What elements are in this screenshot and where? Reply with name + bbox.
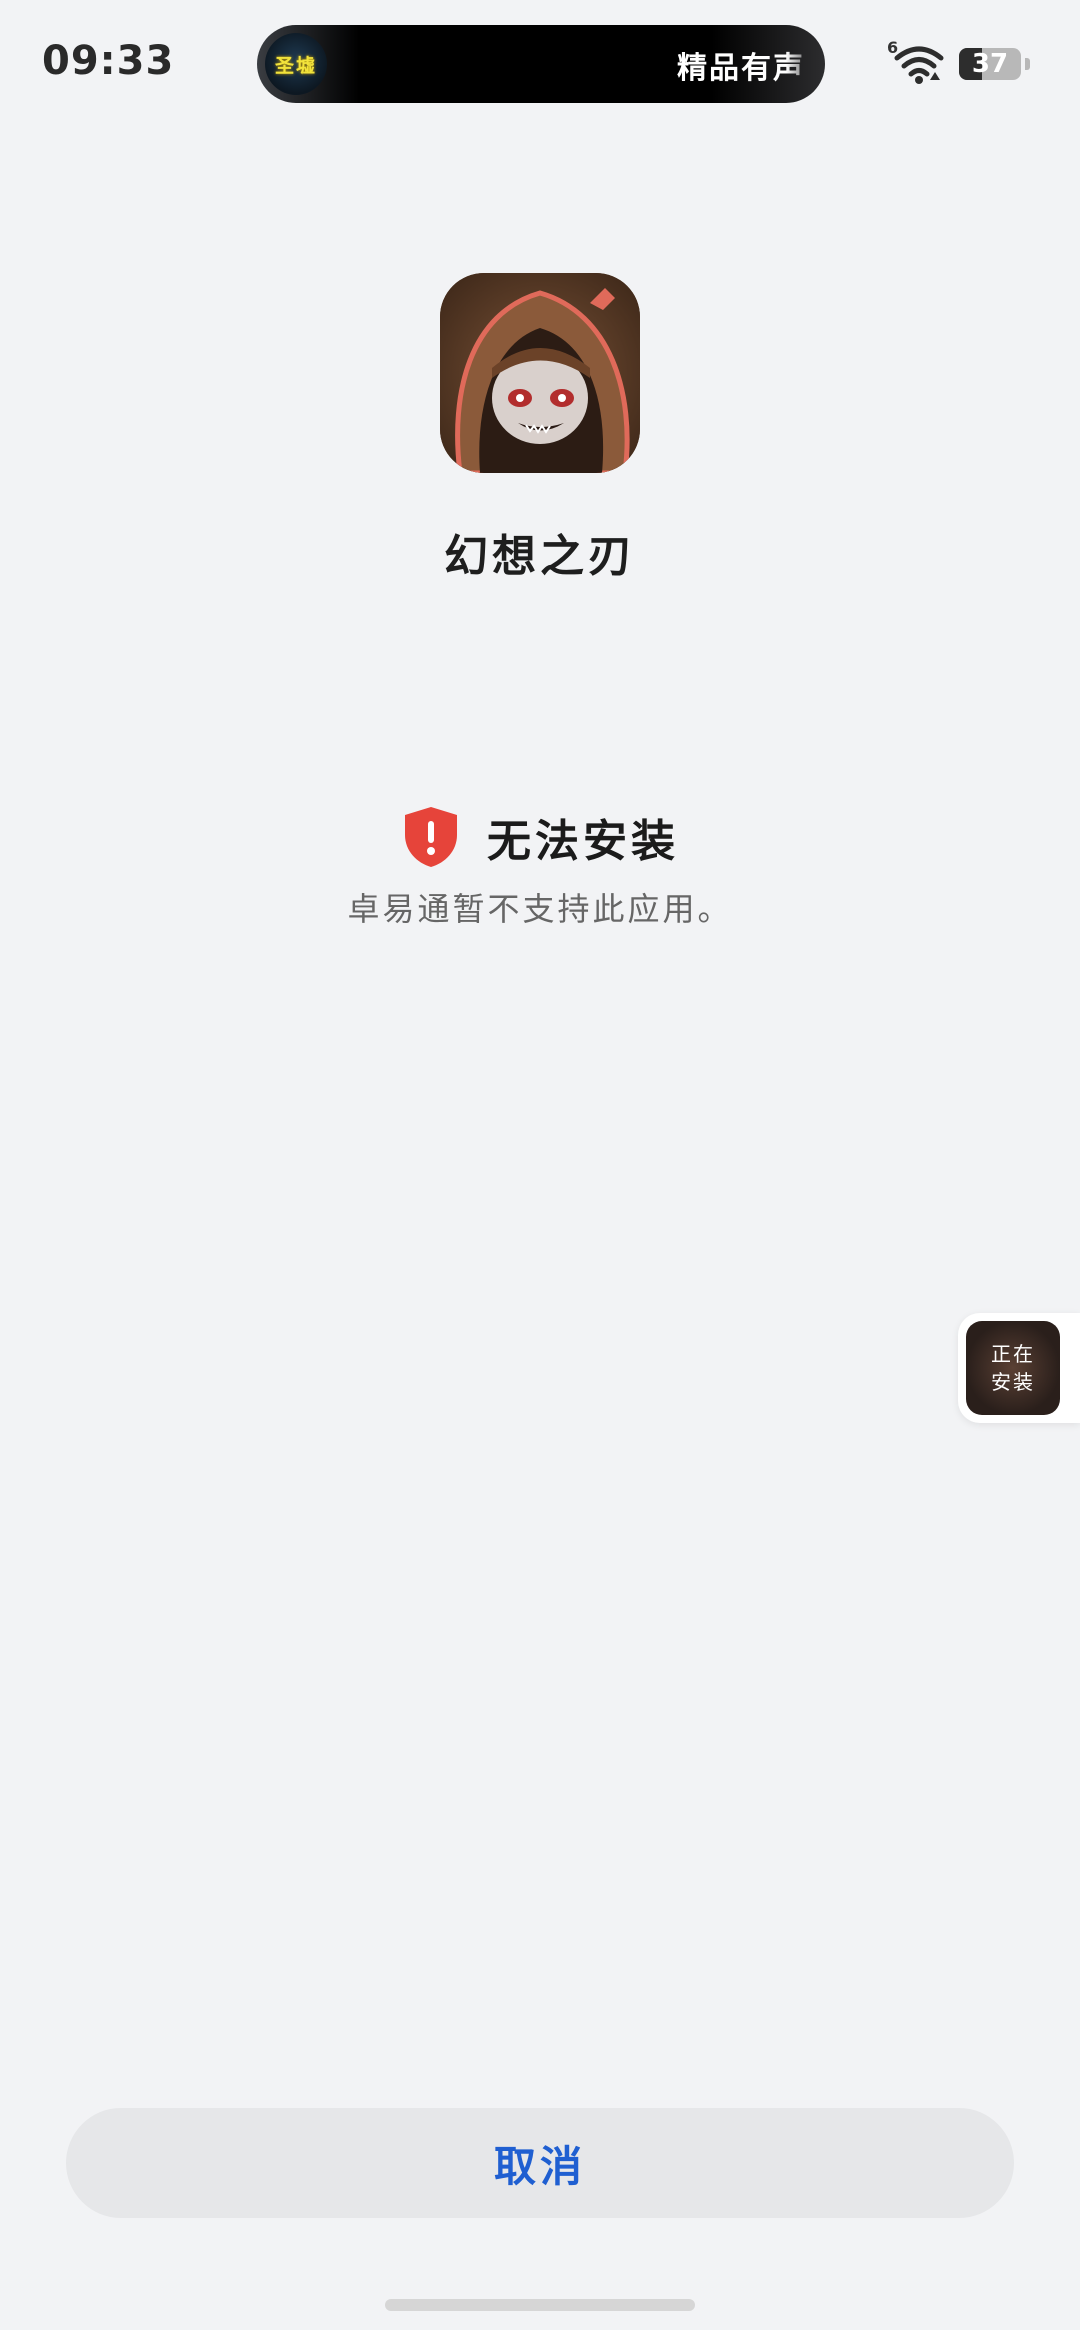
status-bar: 09:33 圣墟 精品有声 6 37 (0, 0, 1080, 130)
error-header: 无法安装 (0, 805, 1080, 869)
battery-icon: 37 (959, 48, 1021, 80)
error-description: 卓易通暂不支持此应用。 (347, 890, 733, 928)
hooded-character-icon (440, 273, 640, 473)
installing-label-line2: 安装 (991, 1370, 1035, 1394)
battery-tip (1025, 58, 1030, 70)
installing-floating-widget[interactable]: 正在 安装 (958, 1313, 1080, 1423)
status-indicators: 6 37 (887, 38, 1030, 86)
network-label: 6 (887, 38, 899, 57)
home-indicator[interactable] (385, 2299, 695, 2311)
installing-label-line1: 正在 (991, 1342, 1035, 1366)
status-time: 09:33 (42, 38, 175, 84)
battery-level: 37 (971, 49, 1009, 79)
error-title: 无法安装 (487, 816, 679, 867)
shield-alert-icon (405, 807, 457, 867)
installing-thumbnail: 正在 安装 (966, 1321, 1060, 1415)
island-avatar: 圣墟 (265, 33, 327, 95)
cancel-button[interactable]: 取消 (66, 2108, 1014, 2218)
app-name: 幻想之刃 (444, 531, 636, 582)
dynamic-island[interactable]: 圣墟 精品有声 (257, 25, 825, 103)
island-text: 精品有声 (677, 51, 805, 86)
wifi-icon: 6 (887, 38, 947, 86)
island-badge-text: 圣墟 (274, 54, 317, 77)
install-page: 09:33 圣墟 精品有声 6 37 幻想之刃 无法安装 卓易通暂不支持此应用。… (0, 0, 1080, 2330)
